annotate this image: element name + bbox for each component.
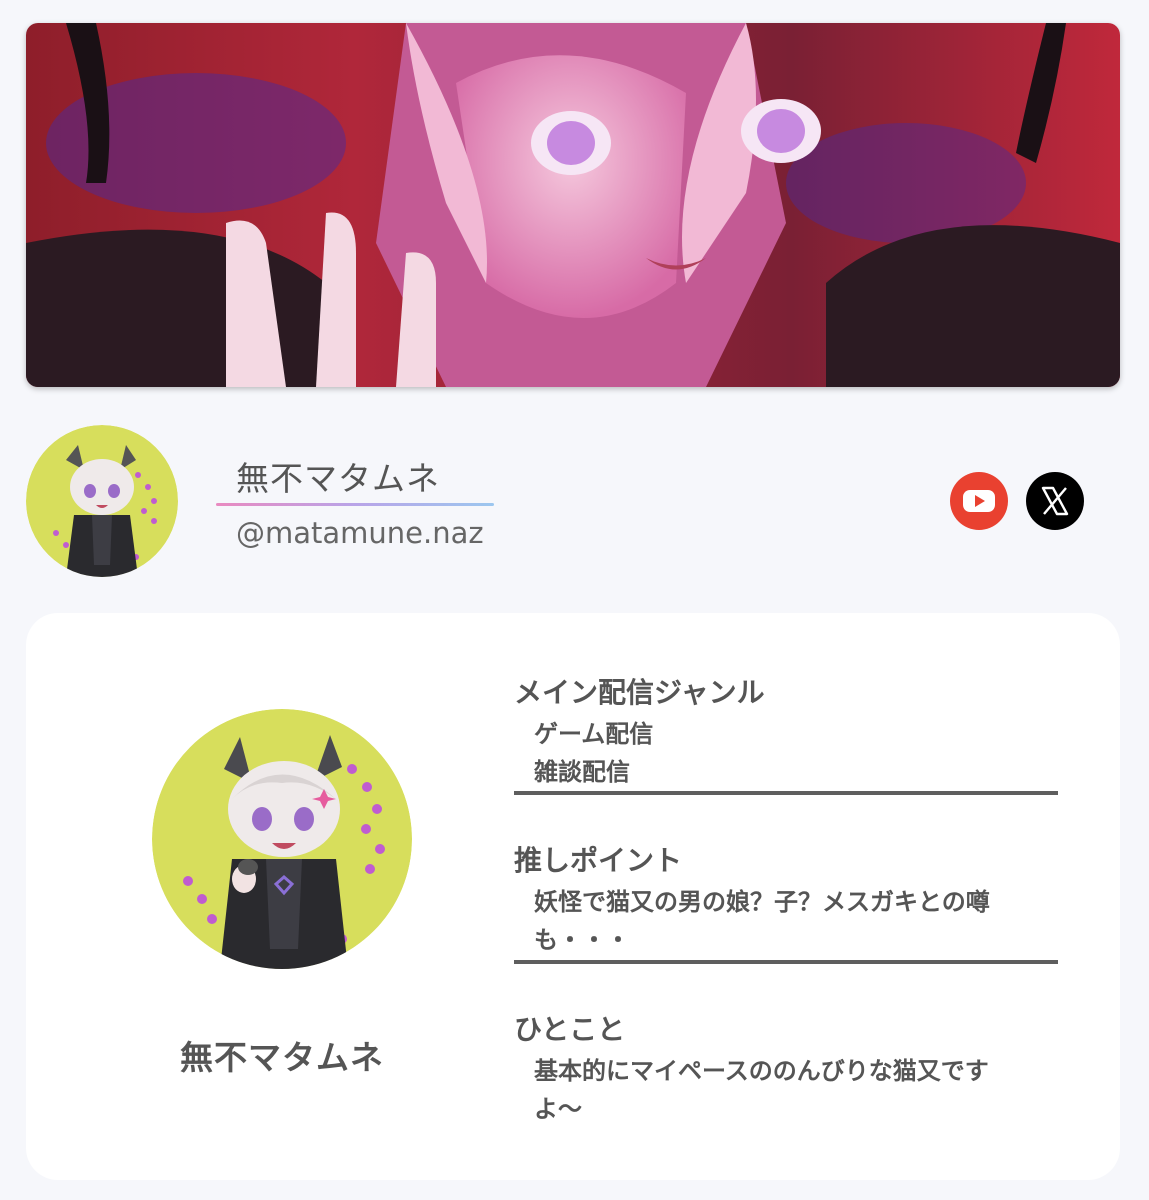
section-line: ゲーム配信 — [534, 720, 654, 748]
section-comment: ひとこと 基本的にマイペースののんびりな猫又です よ〜 — [514, 1008, 1060, 1128]
section-recommend-points: 推しポイント 妖怪で猫又の男の娘？子？メスガキとの噂 も・・・ — [514, 839, 1060, 959]
card-display-name: 無不マタムネ — [180, 1038, 384, 1077]
x-link-button[interactable] — [1026, 472, 1084, 534]
x-logo-icon — [1026, 472, 1084, 530]
section-line: 妖怪で猫又の男の娘？子？メスガキとの噂 — [534, 888, 990, 916]
display-name: 無不マタムネ — [216, 452, 494, 506]
section-title: ひとこと — [514, 1013, 626, 1046]
section-divider — [514, 960, 1058, 964]
profile-card: 無不マタムネ メイン配信ジャンル ゲーム配信 雑談配信 推しポイント 妖怪で猫又… — [26, 613, 1120, 1180]
card-avatar — [152, 709, 412, 969]
user-handle[interactable]: @matamune.naz — [216, 516, 484, 550]
section-title: メイン配信ジャンル — [514, 676, 765, 709]
section-line: よ〜 — [534, 1095, 582, 1123]
section-line: も・・・ — [534, 926, 630, 954]
youtube-icon — [950, 472, 1008, 530]
section-main-genre: メイン配信ジャンル ゲーム配信 雑談配信 — [514, 671, 1060, 791]
section-body: ゲーム配信 雑談配信 — [514, 715, 1060, 791]
section-title: 推しポイント — [514, 844, 683, 877]
profile-avatar[interactable] — [26, 425, 178, 577]
section-line: 雑談配信 — [534, 758, 630, 786]
section-line: 基本的にマイペースののんびりな猫又です — [534, 1057, 989, 1085]
section-divider — [514, 791, 1058, 795]
section-body: 基本的にマイペースののんびりな猫又です よ〜 — [514, 1052, 1060, 1128]
section-body: 妖怪で猫又の男の娘？子？メスガキとの噂 も・・・ — [514, 883, 1060, 959]
header-banner-image — [26, 23, 1120, 387]
youtube-link-button[interactable] — [950, 472, 1008, 534]
